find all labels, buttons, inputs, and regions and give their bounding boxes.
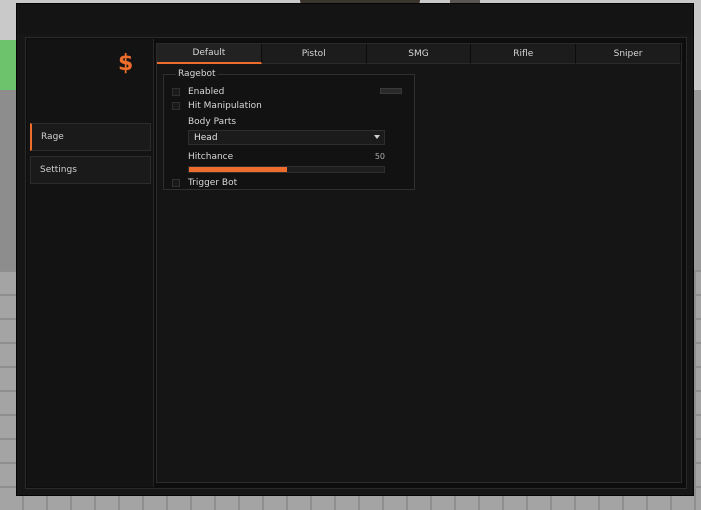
dollar-logo-icon: $ xyxy=(118,51,134,76)
enabled-row: Enabled xyxy=(172,86,224,98)
ragebot-group: Ragebot Enabled Hit Manipulation Body Pa… xyxy=(163,69,415,190)
enabled-checkbox[interactable] xyxy=(172,88,180,96)
hit-manipulation-label: Hit Manipulation xyxy=(188,101,262,111)
tab-default[interactable]: Default xyxy=(157,44,262,64)
tab-pistol[interactable]: Pistol xyxy=(261,44,367,64)
hit-manipulation-checkbox[interactable] xyxy=(172,102,180,110)
body-parts-label: Body Parts xyxy=(188,117,237,127)
sidebar: $ Rage Settings xyxy=(27,39,154,487)
keybind-button[interactable] xyxy=(380,88,402,94)
sidebar-item-label: Settings xyxy=(40,165,77,175)
window-titlebar[interactable] xyxy=(17,4,693,34)
tab-sniper[interactable]: Sniper xyxy=(576,44,681,64)
slider-fill xyxy=(189,167,287,172)
dropdown-value: Head xyxy=(194,132,218,143)
trigger-bot-label: Trigger Bot xyxy=(188,178,238,188)
trigger-bot-row: Trigger Bot xyxy=(172,177,237,189)
content-panel: Default Pistol SMG Rifle Sniper Ragebot … xyxy=(156,43,682,483)
menu-window: $ Rage Settings Default Pistol SMG Rifle… xyxy=(16,3,694,496)
enabled-label: Enabled xyxy=(188,87,225,97)
group-title: Ragebot xyxy=(176,69,218,79)
hit-manipulation-row: Hit Manipulation xyxy=(172,100,262,112)
body-parts-dropdown[interactable]: Head xyxy=(188,130,385,145)
menu-body: $ Rage Settings Default Pistol SMG Rifle… xyxy=(25,37,687,489)
hitchance-label: Hitchance xyxy=(188,152,234,162)
background-wall xyxy=(0,90,16,270)
trigger-bot-checkbox[interactable] xyxy=(172,179,180,187)
sidebar-item-settings[interactable]: Settings xyxy=(30,156,151,184)
chevron-down-icon xyxy=(374,135,380,139)
hitchance-value: 50 xyxy=(374,152,385,161)
sidebar-item-label: Rage xyxy=(41,132,64,142)
tab-rifle[interactable]: Rifle xyxy=(471,44,577,64)
weapon-tabs: Default Pistol SMG Rifle Sniper xyxy=(157,44,681,64)
sidebar-item-rage[interactable]: Rage xyxy=(30,123,151,151)
tab-smg[interactable]: SMG xyxy=(366,44,472,64)
hitchance-slider[interactable] xyxy=(188,166,385,173)
